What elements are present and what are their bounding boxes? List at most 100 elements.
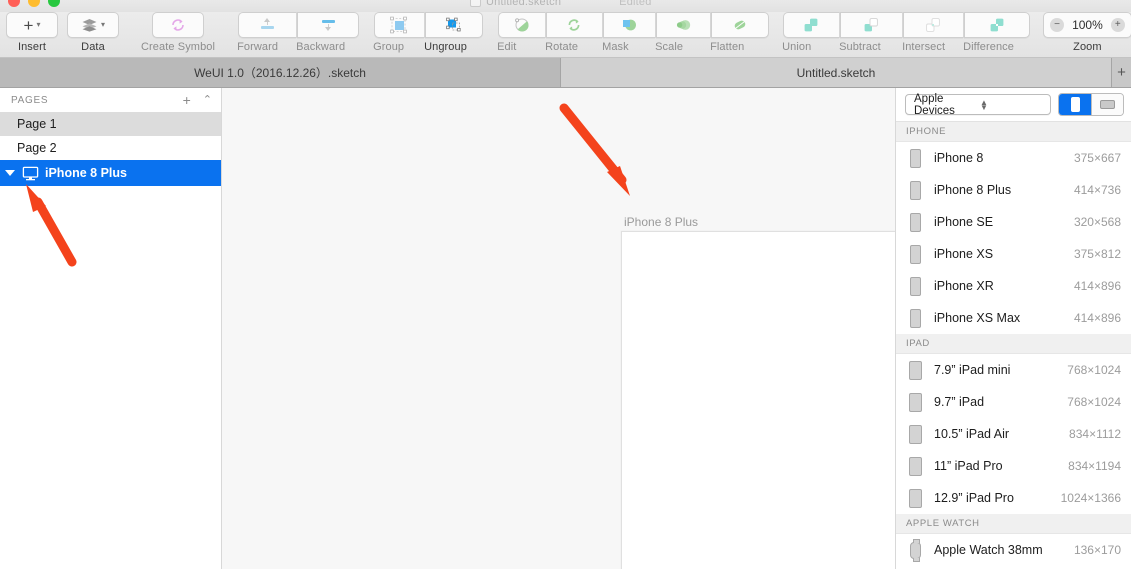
pages-layers-panel: PAGES + ⌃ Page 1 Page 2 iPhone 8 Plus [0, 88, 222, 569]
artboard-name-label[interactable]: iPhone 8 Plus [624, 215, 698, 229]
mask-icon [623, 19, 637, 31]
device-row[interactable]: 12.9” iPad Pro 1024×1366 [896, 482, 1131, 514]
mask-label: Mask [602, 41, 629, 53]
union-label: Union [782, 41, 812, 53]
window-controls[interactable] [8, 0, 60, 7]
document-tabbar: WeUI 1.0（2016.12.26）.sketch Untitled.ske… [0, 58, 1131, 88]
create-symbol-icon [172, 19, 184, 31]
portrait-icon [1070, 97, 1080, 112]
sketch-window: Untitled.sketch Edited + ▾ Insert ▾ Data… [0, 0, 1131, 569]
zoom-label: Zoom [1073, 41, 1102, 53]
scale-button[interactable] [655, 12, 710, 38]
artboard-icon [22, 166, 39, 180]
forward-label: Forward [237, 41, 279, 53]
minimize-button[interactable] [28, 0, 40, 7]
device-row[interactable]: iPhone XS 375×812 [896, 238, 1131, 270]
iphone-icon [908, 244, 922, 264]
scale-icon [676, 20, 691, 30]
device-row[interactable]: iPhone SE 320×568 [896, 206, 1131, 238]
tab-weui[interactable]: WeUI 1.0（2016.12.26）.sketch [0, 58, 561, 87]
page-row-1[interactable]: Page 1 [0, 112, 221, 136]
apple-watch-icon [908, 538, 922, 562]
device-row[interactable]: 9.7” iPad 768×1024 [896, 386, 1131, 418]
canvas-area[interactable]: iPhone 8 Plus [222, 88, 895, 569]
device-name: iPhone XR [934, 279, 994, 293]
ipad-icon [908, 392, 922, 412]
zoom-value: 100% [1072, 18, 1103, 32]
zoom-control[interactable]: − 100% + [1043, 12, 1131, 38]
device-row[interactable]: iPhone XS Max 414×896 [896, 302, 1131, 334]
device-name: iPhone 8 Plus [934, 183, 1012, 197]
pages-header: PAGES + ⌃ [0, 88, 221, 112]
move-forward-button[interactable] [237, 12, 296, 38]
device-name: iPhone SE [934, 215, 994, 229]
close-button[interactable] [8, 0, 20, 7]
artboard-iphone-8-plus[interactable] [621, 231, 895, 569]
device-size: 320×568 [1073, 215, 1121, 229]
union-button[interactable] [782, 12, 839, 38]
edit-button[interactable] [497, 12, 545, 38]
group-button[interactable] [373, 12, 424, 38]
collapse-pages-button[interactable]: ⌃ [203, 94, 212, 106]
device-row[interactable]: iPhone 8 Plus 414×736 [896, 174, 1131, 206]
add-page-button[interactable]: + [183, 93, 191, 107]
device-row[interactable]: 10.5” iPad Air 834×1112 [896, 418, 1131, 450]
new-tab-button[interactable]: + [1112, 58, 1131, 87]
move-backward-button[interactable] [296, 12, 359, 38]
ipad-icon [908, 456, 922, 476]
device-name: 9.7” iPad [934, 395, 985, 409]
edit-icon [514, 18, 529, 32]
page-row-2[interactable]: Page 2 [0, 136, 221, 160]
tab-untitled[interactable]: Untitled.sketch [561, 58, 1112, 87]
device-preset-list[interactable]: IPHONE iPhone 8 375×667 iPhone 8 Plus 41… [896, 122, 1131, 568]
backward-label: Backward [296, 41, 346, 53]
preset-select[interactable]: Apple Devices ▲ ▼ [905, 92, 1051, 117]
orientation-toggle[interactable] [1058, 93, 1124, 116]
data-button[interactable]: ▾ [67, 12, 119, 38]
ipad-icon [908, 488, 922, 508]
ungroup-icon [445, 17, 461, 32]
device-size: 768×1024 [1067, 395, 1121, 409]
layer-row-iphone-8-plus[interactable]: iPhone 8 Plus [0, 160, 221, 186]
device-size: 414×896 [1073, 279, 1121, 293]
create-symbol-button[interactable] [152, 12, 205, 38]
rotate-label: Rotate [545, 41, 579, 53]
union-icon [804, 18, 818, 32]
device-row[interactable]: iPhone 8 375×667 [896, 142, 1131, 174]
intersect-button[interactable] [902, 12, 963, 38]
create-symbol-label: Create Symbol [141, 41, 216, 53]
device-size: 834×1194 [1068, 459, 1121, 473]
main-content: PAGES + ⌃ Page 1 Page 2 iPhone 8 Plus iP… [0, 88, 1131, 569]
rotate-icon [568, 19, 580, 31]
device-name: iPhone XS Max [934, 311, 1021, 325]
device-row[interactable]: 7.9” iPad mini 768×1024 [896, 354, 1131, 386]
device-row[interactable]: 11” iPad Pro 834×1194 [896, 450, 1131, 482]
zoom-out-button[interactable]: − [1050, 18, 1065, 32]
device-row[interactable]: Apple Watch 38mm 136×170 [896, 534, 1131, 566]
preset-select-value: Apple Devices [914, 92, 955, 117]
mask-button[interactable] [602, 12, 655, 38]
difference-button[interactable] [963, 12, 1030, 38]
subtract-label: Subtract [839, 41, 881, 53]
iphone-icon [908, 276, 922, 296]
toolbar-group-zoom: − 100% + Zoom [1043, 12, 1131, 53]
device-size: 136×170 [1073, 543, 1121, 557]
scale-label: Scale [655, 41, 684, 53]
disclosure-triangle-icon[interactable] [5, 170, 15, 176]
plus-icon: + [23, 15, 34, 35]
insert-button[interactable]: + ▾ [6, 12, 58, 38]
rotate-button[interactable] [545, 12, 602, 38]
subtract-button[interactable] [839, 12, 902, 38]
iphone-icon [908, 148, 922, 168]
device-row[interactable]: iPhone XR 414×896 [896, 270, 1131, 302]
flatten-button[interactable] [710, 12, 769, 38]
orientation-landscape-button[interactable] [1091, 94, 1123, 115]
zoom-window-button[interactable] [48, 0, 60, 7]
difference-icon [990, 18, 1003, 32]
zoom-in-button[interactable]: + [1110, 18, 1125, 32]
stepper-icon[interactable]: ▲ ▼ [980, 98, 1046, 111]
ungroup-button[interactable] [424, 12, 483, 38]
orientation-portrait-button[interactable] [1059, 94, 1091, 115]
move-forward-icon [261, 18, 275, 29]
ipad-icon [908, 424, 922, 444]
